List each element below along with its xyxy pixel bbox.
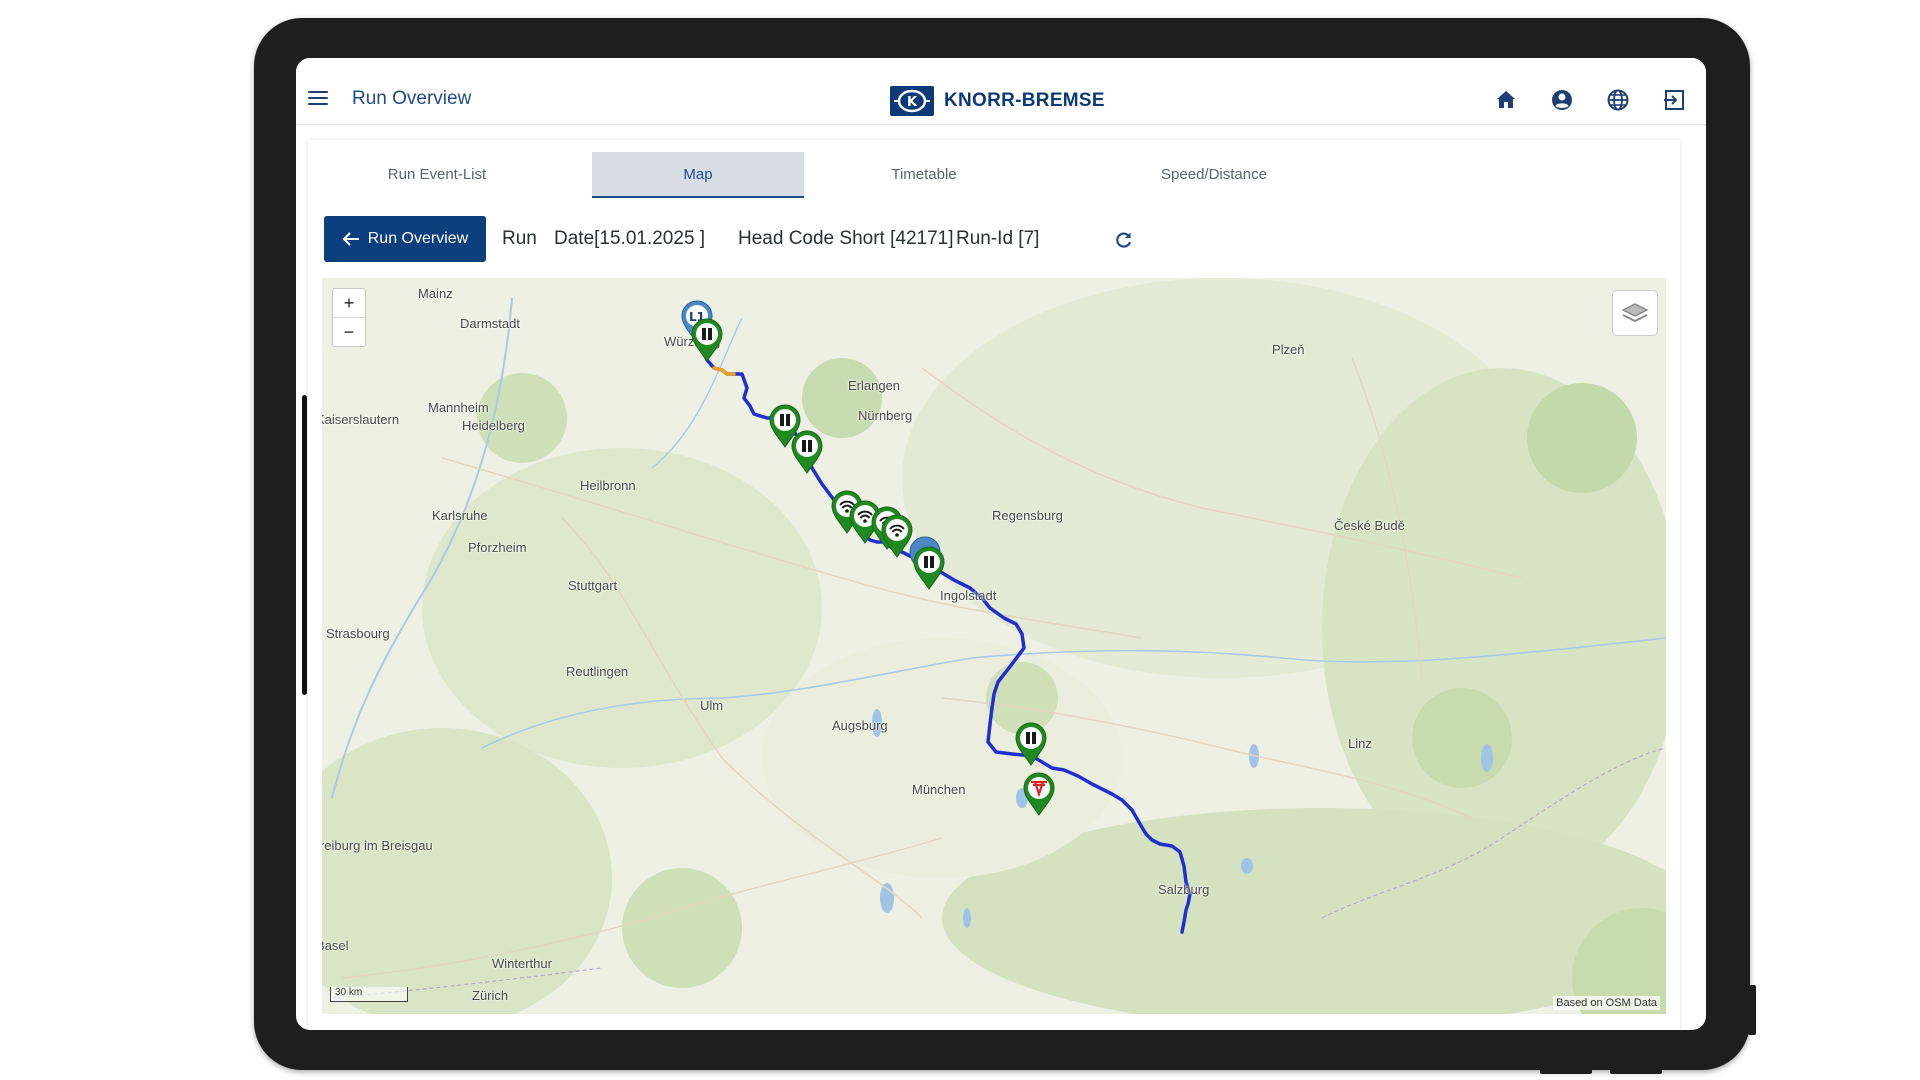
run-label: Run — [502, 228, 537, 249]
logo-mark-icon: K — [890, 86, 934, 116]
city-label: Winterthur — [492, 956, 552, 971]
city-label: Augsburg — [832, 718, 888, 733]
page-title: Run Overview — [352, 88, 472, 109]
city-label: Salzburg — [1158, 882, 1210, 897]
route-map[interactable]: Mainz Darmstadt Würzburg Erlangen Nürnbe… — [322, 278, 1666, 1014]
city-label: Heilbronn — [580, 478, 636, 493]
tab-map[interactable]: Map — [592, 152, 804, 198]
user-account-icon[interactable] — [1550, 88, 1574, 112]
logo-text: KNORR-BREMSE — [944, 90, 1105, 111]
map-attribution: Based on OSM Data — [1553, 996, 1660, 1010]
zoom-out-button[interactable]: − — [333, 318, 365, 346]
run-head-code: Head Code Short [42171] — [738, 228, 954, 249]
tablet-side-button — [1748, 985, 1756, 1035]
tab-run-event-list[interactable]: Run Event-List — [328, 152, 546, 198]
layers-icon — [1621, 303, 1649, 323]
stop-marker[interactable] — [1014, 722, 1048, 766]
content-card: Run Event-List Map Timetable Speed/Dista… — [308, 140, 1680, 1030]
svg-text:K: K — [907, 95, 918, 110]
app-screen: Run Overview K KNORR-BREMSE Run Event-Li… — [296, 58, 1706, 1030]
tablet-edge — [302, 395, 307, 695]
city-label: Ingolstadt — [940, 588, 997, 603]
home-icon[interactable] — [1494, 88, 1518, 112]
city-label: Nürnberg — [858, 408, 913, 423]
tab-timetable[interactable]: Timetable — [818, 152, 1030, 198]
zoom-in-button[interactable]: + — [333, 289, 365, 318]
city-label: Stuttgart — [568, 578, 618, 593]
run-id: Run-Id [7] — [956, 228, 1040, 249]
zoom-control: + − — [332, 288, 366, 347]
city-label: Plzeň — [1272, 342, 1305, 357]
warning-event-marker[interactable] — [1022, 772, 1056, 816]
tablet-bottom-button — [1540, 1068, 1592, 1074]
city-label: Regensburg — [992, 508, 1063, 523]
city-label: Mainz — [418, 286, 453, 301]
stop-marker[interactable] — [790, 430, 824, 474]
globe-language-icon[interactable] — [1606, 88, 1630, 112]
map-scale: 30 km — [330, 987, 408, 1002]
city-label: Ulm — [700, 698, 724, 713]
tab-speed-distance[interactable]: Speed/Distance — [1064, 152, 1364, 198]
arrow-left-icon — [342, 232, 359, 246]
city-label: München — [912, 782, 966, 797]
city-label: Linz — [1348, 736, 1372, 751]
back-button-label: Run Overview — [367, 230, 469, 247]
city-label: Freiburg im Breisgau — [322, 838, 433, 853]
stop-marker[interactable] — [690, 318, 724, 362]
city-label: Kaiserslautern — [322, 412, 400, 427]
map-background — [322, 278, 1666, 1014]
city-label: Pforzheim — [468, 540, 527, 555]
city-label: Darmstadt — [460, 316, 520, 331]
city-label: České Budě — [1334, 518, 1405, 533]
tablet-bottom-button — [1610, 1068, 1662, 1074]
logout-icon[interactable] — [1662, 88, 1686, 112]
city-label: Erlangen — [848, 378, 901, 393]
app-header: Run Overview K KNORR-BREMSE — [296, 58, 1706, 125]
city-label: Heidelberg — [462, 418, 525, 433]
layers-button[interactable] — [1612, 290, 1658, 336]
run-date: Date[15.01.2025 ] — [554, 228, 706, 249]
hamburger-menu-icon[interactable] — [308, 91, 328, 109]
city-label: Reutlingen — [566, 664, 629, 679]
refresh-icon[interactable] — [1114, 230, 1134, 250]
city-label: Basel — [322, 938, 349, 953]
city-label: Strasbourg — [326, 626, 390, 641]
knorr-bremse-logo: K KNORR-BREMSE — [890, 86, 1105, 116]
city-label: Karlsruhe — [432, 508, 488, 523]
back-to-run-overview-button[interactable]: Run Overview — [324, 216, 486, 262]
city-label: Zürich — [472, 988, 509, 1003]
city-label: Mannheim — [428, 400, 489, 415]
stop-marker[interactable] — [912, 546, 946, 590]
